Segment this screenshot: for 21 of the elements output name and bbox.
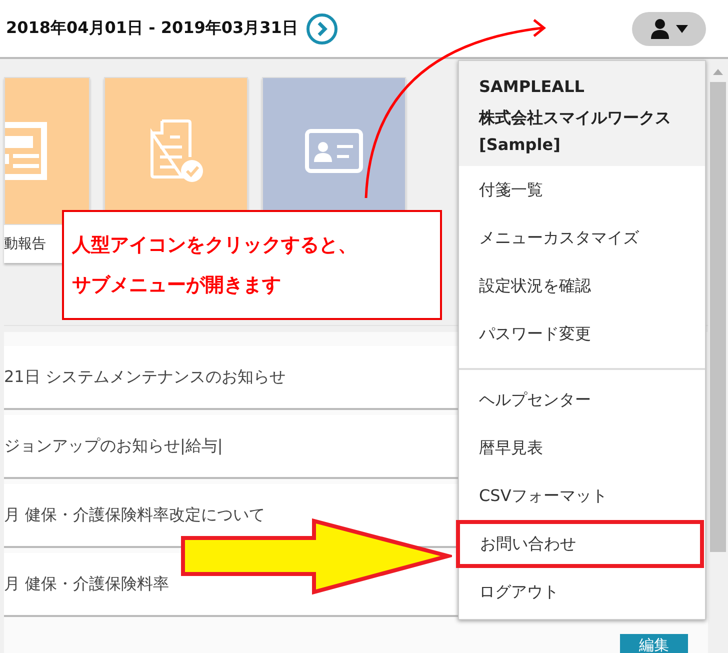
company-name: 株式会社スマイルワークス[Sample] bbox=[479, 107, 671, 156]
menu-item[interactable]: 設定状況を確認 bbox=[459, 262, 705, 310]
menu-item[interactable]: 暦早見表 bbox=[459, 424, 705, 472]
caret-icon bbox=[676, 24, 688, 32]
scroll-up-icon[interactable] bbox=[712, 68, 724, 76]
next-icon[interactable] bbox=[306, 12, 338, 44]
id-card-icon bbox=[305, 129, 363, 173]
edit-button[interactable]: 編集 bbox=[620, 634, 688, 653]
menu-tile[interactable] bbox=[4, 77, 90, 225]
callout-text: 人型アイコンをクリックすると、 サブメニューが開きます bbox=[72, 233, 357, 298]
menu-item[interactable]: メニューカスタマイズ bbox=[459, 214, 705, 262]
form-icon bbox=[5, 122, 47, 180]
period-label: 2018年04月01日 - 2019年03月31日 bbox=[6, 18, 298, 39]
person-icon bbox=[650, 18, 670, 40]
menu-item[interactable]: ログアウト bbox=[459, 568, 705, 616]
document-check-icon bbox=[148, 119, 204, 183]
tile-label: 動報告 bbox=[4, 235, 46, 253]
account-name: SAMPLEALL bbox=[479, 76, 586, 98]
scrollbar-thumb[interactable] bbox=[710, 82, 726, 552]
user-menu-button[interactable] bbox=[632, 12, 706, 46]
menu-item[interactable]: 付箋一覧 bbox=[459, 166, 705, 214]
